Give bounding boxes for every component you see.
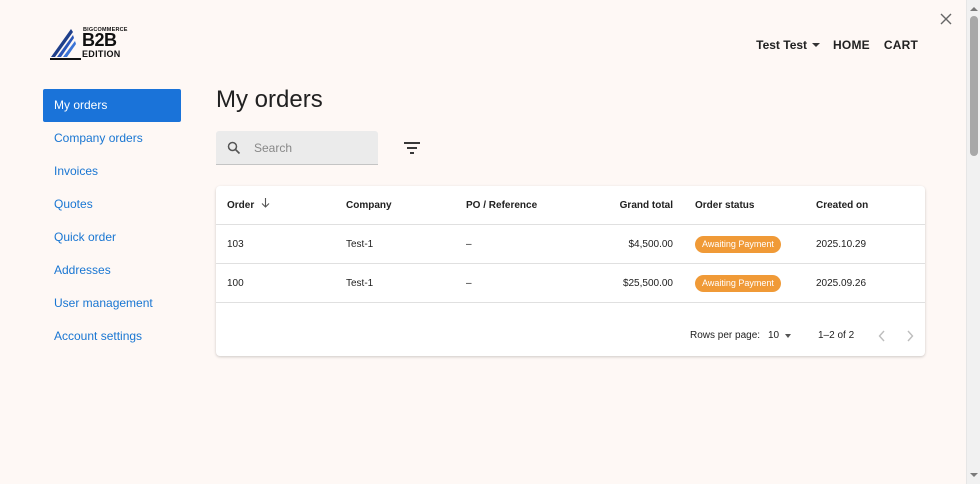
logo-edition-text: EDITION [82,49,121,59]
rows-per-page-label: Rows per page: [690,330,761,341]
scroll-down-arrow[interactable] [967,468,980,482]
table-pagination: Rows per page: 10 1–2 of 2 [216,304,925,356]
search-icon [227,141,241,155]
rows-per-page-value: 10 [768,330,780,341]
orders-table: Order Company PO / Reference Grand total… [216,186,925,356]
sidebar-item-company-orders[interactable]: Company orders [43,122,181,155]
column-header-po-reference: PO / Reference [466,200,538,211]
pagination-range: 1–2 of 2 [818,330,855,341]
top-navigation: Test Test HOME CART [756,38,918,52]
scrollbar[interactable] [966,0,980,484]
sort-arrow-down-icon [261,186,270,225]
order-number: 100 [227,278,244,289]
order-status-cell: Awaiting Payment [695,264,781,303]
search-input[interactable] [254,140,364,155]
table-row[interactable]: 100 Test-1 – $25,500.00 Awaiting Payment… [216,264,925,303]
grand-total: $25,500.00 [622,278,673,289]
created-date: 2025.09.26 [816,278,867,289]
sidebar-item-quotes[interactable]: Quotes [43,188,181,221]
column-header-grand-total: Grand total [619,200,673,211]
created-date: 2025.10.29 [816,239,867,250]
logo-mark [50,29,81,60]
chevron-right-icon [907,330,914,342]
user-name: Test Test [756,38,808,52]
column-header-order-status: Order status [695,200,755,211]
sidebar-item-user-management[interactable]: User management [43,287,181,320]
table-header-row: Order Company PO / Reference Grand total… [216,186,925,225]
company-name: Test-1 [346,278,374,289]
column-header-order[interactable]: Order [227,186,270,225]
grand-total: $4,500.00 [628,239,674,250]
search-field[interactable] [216,131,378,165]
sidebar-item-invoices[interactable]: Invoices [43,155,181,188]
column-header-label: Order [227,200,255,212]
nav-cart-link[interactable]: CART [884,38,918,52]
order-number: 103 [227,239,244,250]
dropdown-caret-icon [812,43,821,47]
sidebar-item-my-orders[interactable]: My orders [43,89,181,122]
status-badge: Awaiting Payment [695,235,781,253]
scroll-up-arrow[interactable] [967,2,980,16]
status-badge: Awaiting Payment [695,274,781,292]
next-page-button[interactable] [903,328,917,344]
sidebar: My orders Company orders Invoices Quotes… [43,89,181,353]
filter-icon [404,142,420,154]
page-title: My orders [216,86,323,113]
chevron-left-icon [878,330,885,342]
sidebar-item-quick-order[interactable]: Quick order [43,221,181,254]
filter-button[interactable] [400,138,424,158]
po-reference: – [466,239,472,250]
scroll-thumb[interactable] [970,16,978,156]
logo-b2b-text: B2B [82,30,117,50]
column-header-company: Company [346,200,392,211]
close-icon [940,13,952,25]
dropdown-caret-icon [785,334,792,338]
b2b-edition-logo[interactable]: BIGCOMMERCE B2B EDITION [50,26,132,60]
sidebar-item-account-settings[interactable]: Account settings [43,320,181,353]
column-header-created-on: Created on [816,200,869,211]
previous-page-button[interactable] [875,328,889,344]
close-button[interactable] [936,9,956,29]
order-status-cell: Awaiting Payment [695,225,781,264]
table-row[interactable]: 103 Test-1 – $4,500.00 Awaiting Payment … [216,225,925,264]
user-menu[interactable]: Test Test [756,38,821,52]
company-name: Test-1 [346,239,374,250]
po-reference: – [466,278,472,289]
nav-home-link[interactable]: HOME [833,38,870,52]
rows-per-page-select[interactable]: 10 [768,330,792,342]
sidebar-item-addresses[interactable]: Addresses [43,254,181,287]
